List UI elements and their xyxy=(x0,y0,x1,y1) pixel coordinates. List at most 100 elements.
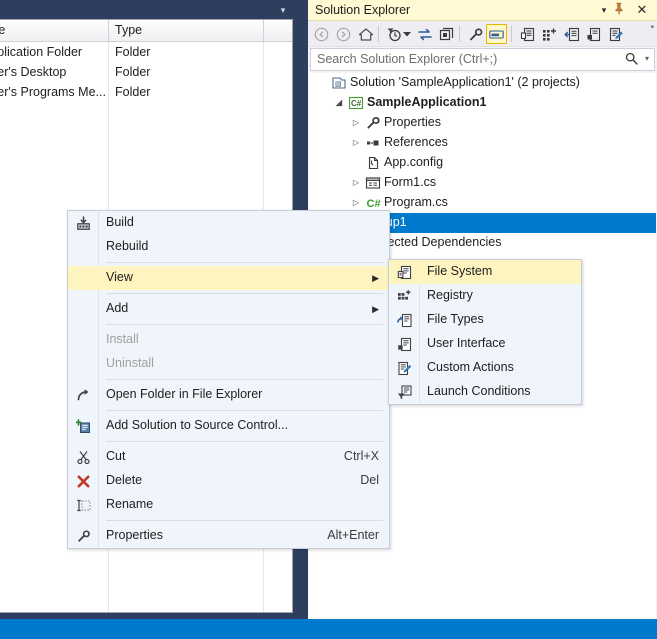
forward-icon[interactable] xyxy=(333,24,354,44)
chevron-down-icon[interactable]: ▾ xyxy=(276,4,290,16)
toolbar-separator xyxy=(378,26,379,42)
menu-separator xyxy=(106,410,383,411)
chevron-down-icon[interactable]: ▾ xyxy=(596,2,612,18)
tree-item[interactable]: ◢ C# SampleApplication1 xyxy=(309,93,656,113)
submenu-item-registry[interactable]: Registry xyxy=(389,284,581,308)
menu-item-shortcut: Del xyxy=(360,473,379,487)
context-menu[interactable]: Build Rebuild View ▶ Add ▶ Install Uninstall Ope… xyxy=(67,210,390,549)
launch-conditions-icon xyxy=(396,384,413,401)
menu-separator xyxy=(106,520,383,521)
menu-separator xyxy=(106,441,383,442)
tree-item[interactable]: App.config xyxy=(309,153,656,173)
back-icon[interactable] xyxy=(311,24,332,44)
submenu-item-label: File Types xyxy=(427,312,484,326)
view-submenu-items: File System Registry File Types User Interf… xyxy=(389,260,581,404)
chevron-down-icon[interactable]: ▾ xyxy=(645,54,649,63)
sync-with-active-document-icon[interactable] xyxy=(414,24,435,44)
menu-item-add-solution-to-source-control[interactable]: Add Solution to Source Control... xyxy=(68,414,389,438)
menu-item-view[interactable]: View ▶ xyxy=(68,266,389,290)
menu-item-label: Open Folder in File Explorer xyxy=(106,387,263,401)
solution-icon: ▧ xyxy=(331,75,347,91)
menu-separator xyxy=(106,262,383,263)
scissors-icon xyxy=(75,449,92,466)
submenu-item-user-interface[interactable]: User Interface xyxy=(389,332,581,356)
submenu-item-label: User Interface xyxy=(427,336,506,350)
column-header-name[interactable]: me xyxy=(0,20,109,41)
tree-item-label: Properties xyxy=(384,115,441,129)
context-menu-items: Build Rebuild View ▶ Add ▶ Install Uninstall Ope… xyxy=(68,211,389,548)
column-header-type[interactable]: Type xyxy=(109,20,264,41)
cell-type: Folder xyxy=(115,45,151,59)
view-submenu[interactable]: File System Registry File Types User Interf… xyxy=(388,259,582,405)
tree-item[interactable]: ▷ References xyxy=(309,133,656,153)
table-row[interactable]: User's Programs Me... Folder xyxy=(0,83,292,103)
svg-text:C#: C# xyxy=(367,198,381,210)
search-input-container[interactable]: Search Solution Explorer (Ctrl+;) ▾ xyxy=(310,48,655,71)
collapse-triangle-icon[interactable]: ◢ xyxy=(334,98,344,108)
submenu-item-custom-actions[interactable]: Custom Actions xyxy=(389,356,581,380)
menu-item-delete[interactable]: Delete Del xyxy=(68,469,389,493)
tree-item[interactable]: ▷ Form1.cs xyxy=(309,173,656,193)
preview-selected-items-icon[interactable] xyxy=(486,24,507,44)
submenu-item-file-system[interactable]: File System xyxy=(389,260,581,284)
search-icon[interactable] xyxy=(625,52,638,65)
toolbar-overflow-icon[interactable]: '' xyxy=(651,24,654,36)
close-icon[interactable]: ✕ xyxy=(634,2,650,18)
submenu-item-launch-conditions[interactable]: Launch Conditions xyxy=(389,380,581,404)
add-existing-item-icon[interactable] xyxy=(561,24,582,44)
user-interface-icon xyxy=(396,336,413,353)
menu-item-shortcut: Alt+Enter xyxy=(327,528,379,542)
submenu-item-label: Custom Actions xyxy=(427,360,514,374)
menu-item-label: Rename xyxy=(106,497,154,511)
properties-wrench-icon[interactable] xyxy=(465,24,486,44)
csharp-project-icon: C# xyxy=(348,95,364,111)
custom-actions-icon xyxy=(396,360,413,377)
solution-explorer-titlebar: Solution Explorer ▾ ✕ xyxy=(308,0,657,21)
menu-item-rebuild[interactable]: Rebuild xyxy=(68,235,389,259)
tree-item[interactable]: ▷ Properties xyxy=(309,113,656,133)
menu-item-add[interactable]: Add ▶ xyxy=(68,297,389,321)
expand-triangle-icon[interactable]: ▷ xyxy=(351,118,361,128)
expand-triangle-icon[interactable]: ▷ xyxy=(351,138,361,148)
refresh-icon[interactable] xyxy=(436,24,457,44)
expand-triangle-icon[interactable]: ▷ xyxy=(351,178,361,188)
cell-name: Application Folder xyxy=(0,45,83,59)
menu-item-build[interactable]: Build xyxy=(68,211,389,235)
delete-x-icon xyxy=(75,473,92,490)
show-all-files-icon[interactable] xyxy=(517,24,538,44)
home-icon[interactable] xyxy=(355,24,376,44)
expand-triangle-icon[interactable]: ▷ xyxy=(351,198,361,208)
solution-explorer-toolbar: '' xyxy=(308,21,657,47)
menu-item-cut[interactable]: Cut Ctrl+X xyxy=(68,445,389,469)
add-new-item-icon[interactable] xyxy=(539,24,560,44)
menu-separator xyxy=(106,293,383,294)
tree-item[interactable]: ▧ Solution 'SampleApplication1' (2 projec… xyxy=(309,73,656,93)
references-icon xyxy=(365,135,381,151)
svg-text:▧: ▧ xyxy=(335,81,342,88)
menu-separator xyxy=(106,379,383,380)
menu-item-label: Properties xyxy=(106,528,163,542)
view-code-icon[interactable] xyxy=(583,24,604,44)
search-input[interactable]: Search Solution Explorer (Ctrl+;) xyxy=(317,52,497,66)
pin-icon[interactable] xyxy=(614,2,630,18)
menu-item-label: Uninstall xyxy=(106,356,154,370)
status-bar xyxy=(0,619,657,639)
table-row[interactable]: Application Folder Folder xyxy=(0,43,292,63)
chevron-down-icon[interactable] xyxy=(402,24,412,44)
tree-item-label: SampleApplication1 xyxy=(367,95,487,109)
menu-item-open-folder-in-file-explorer[interactable]: Open Folder in File Explorer xyxy=(68,383,389,407)
menu-item-label: Add Solution to Source Control... xyxy=(106,418,289,432)
view-designer-icon[interactable] xyxy=(605,24,626,44)
tree-item-label: tected Dependencies xyxy=(384,235,502,249)
menu-item-uninstall: Uninstall xyxy=(68,352,389,376)
column-header-empty[interactable] xyxy=(264,20,292,41)
menu-item-properties[interactable]: Properties Alt+Enter xyxy=(68,524,389,548)
source-control-icon xyxy=(75,418,92,435)
config-file-icon xyxy=(365,155,381,171)
submenu-item-label: Registry xyxy=(427,288,473,302)
submenu-item-file-types[interactable]: File Types xyxy=(389,308,581,332)
table-row[interactable]: User's Desktop Folder xyxy=(0,63,292,83)
properties-wrench-icon xyxy=(365,115,381,131)
file-system-icon xyxy=(396,264,413,281)
menu-item-rename[interactable]: Rename xyxy=(68,493,389,517)
